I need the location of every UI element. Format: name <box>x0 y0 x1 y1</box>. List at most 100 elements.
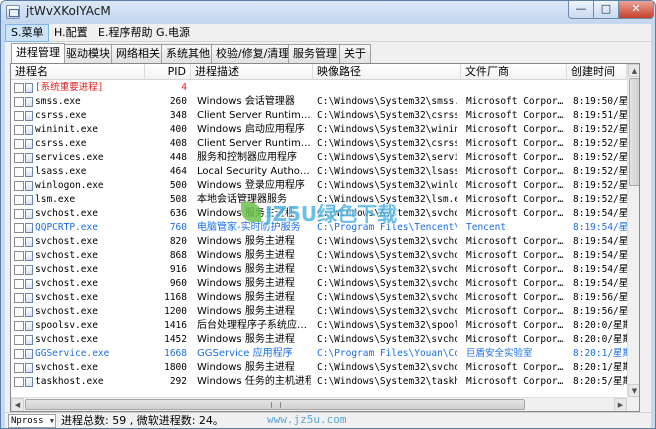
process-name: svchost.exe <box>35 334 98 345</box>
table-row[interactable]: taskhost.exe 292 Windows 任务的主机进程 C:\Windows… <box>11 375 627 389</box>
process-vendor: Microsoft Corpor… <box>466 292 564 303</box>
process-file-icon <box>25 279 33 289</box>
process-image-path: C:\Windows\System32\svcho… <box>317 292 457 303</box>
tab-service-management[interactable]: 服务管理 <box>288 44 342 63</box>
process-pid: 448 <box>169 152 187 163</box>
process-description: Windows 任务的主机进程 <box>197 376 311 387</box>
horizontal-scroll-thumb[interactable] <box>25 399 525 410</box>
table-row[interactable]: [系统重要进程] 4 <box>11 81 627 95</box>
table-row[interactable]: spoolsv.exe 1416 后台处理程序子系统应… C:\Windows\Sys… <box>11 319 627 333</box>
column-header-description[interactable]: 进程描述 <box>191 64 313 80</box>
tab-verify-repair-clean[interactable]: 校验/修复/清理 <box>211 44 295 63</box>
table-row[interactable]: services.exe 448 服务和控制器应用程序 C:\Windows\Syst… <box>11 151 627 165</box>
scroll-down-icon[interactable]: ▼ <box>628 384 639 397</box>
vertical-scroll-thumb[interactable] <box>629 78 639 186</box>
table-row[interactable]: svchost.exe 868 Windows 服务主进程 C:\Windows\Sy… <box>11 249 627 263</box>
menu-power[interactable]: G.电源 <box>151 24 195 42</box>
column-header-pid[interactable]: PID <box>145 64 191 80</box>
row-checkbox[interactable] <box>14 321 24 331</box>
row-checkbox[interactable] <box>14 237 24 247</box>
table-row[interactable]: svchost.exe 636 Windows 服务主进程 C:\Windows\Sy… <box>11 207 627 221</box>
table-row[interactable]: lsm.exe 508 本地会话管理器服务 C:\Windows\System32\l… <box>11 193 627 207</box>
table-row[interactable]: svchost.exe 960 Windows 服务主进程 C:\Windows\Sy… <box>11 277 627 291</box>
table-row[interactable]: winlogon.exe 500 Windows 登录应用程序 C:\Windows\… <box>11 179 627 193</box>
process-file-icon <box>25 349 33 359</box>
row-checkbox[interactable] <box>14 279 24 289</box>
menu-config[interactable]: H.配置 <box>49 24 93 42</box>
column-header-name[interactable]: 进程名 <box>11 64 145 80</box>
process-pid: 1200 <box>164 306 187 317</box>
row-checkbox[interactable] <box>14 209 24 219</box>
process-filter-select[interactable]: Npross ▼ <box>8 414 56 428</box>
row-checkbox[interactable] <box>14 377 24 387</box>
row-checkbox[interactable] <box>14 153 24 163</box>
row-checkbox[interactable] <box>14 251 24 261</box>
scroll-right-icon[interactable]: ▶ <box>614 398 627 411</box>
minimize-button[interactable]: — <box>568 1 594 19</box>
tab-about[interactable]: 关于 <box>339 44 371 63</box>
table-row[interactable]: svchost.exe 1452 Windows 服务主进程 C:\Windows\S… <box>11 333 627 347</box>
table-row[interactable]: svchost.exe 916 Windows 服务主进程 C:\Windows\Sy… <box>11 263 627 277</box>
table-row[interactable]: svchost.exe 1800 Windows 服务主进程 C:\Windows\S… <box>11 361 627 375</box>
tab-system-other[interactable]: 系统其他 <box>161 44 215 63</box>
maximize-button[interactable]: □ <box>593 1 619 19</box>
tab-process-management[interactable]: 进程管理 <box>11 43 65 63</box>
vertical-scrollbar[interactable]: ▲ ▼ <box>627 64 639 397</box>
table-row[interactable]: QQPCRTP.exe 760 电脑管家-实时防护服务 C:\Program File… <box>11 221 627 235</box>
scroll-left-icon[interactable]: ◀ <box>11 398 24 411</box>
process-name: GGService.exe <box>35 348 110 359</box>
process-description: Windows 服务主进程 <box>197 236 295 247</box>
process-image-path: C:\Windows\System32\svcho… <box>317 236 457 247</box>
row-checkbox[interactable] <box>14 293 24 303</box>
process-name: spoolsv.exe <box>35 320 98 331</box>
chevron-down-icon[interactable]: ▼ <box>50 415 54 427</box>
row-checkbox[interactable] <box>14 111 24 121</box>
row-checkbox[interactable] <box>14 223 24 233</box>
process-name: winlogon.exe <box>35 180 104 191</box>
close-button[interactable]: ✕ <box>618 1 654 19</box>
process-vendor: Microsoft Corpor… <box>466 306 564 317</box>
row-checkbox[interactable] <box>14 363 24 373</box>
row-checkbox[interactable] <box>14 181 24 191</box>
column-header-image-path[interactable]: 映像路径 <box>313 64 461 80</box>
menu-main[interactable]: S.菜单 <box>5 24 50 42</box>
table-row[interactable]: smss.exe 260 Windows 会话管理器 C:\Windows\Syste… <box>11 95 627 109</box>
menu-help[interactable]: E.程序帮助 <box>93 24 157 42</box>
row-checkbox[interactable] <box>14 139 24 149</box>
row-checkbox[interactable] <box>14 307 24 317</box>
row-checkbox[interactable] <box>14 167 24 177</box>
table-row[interactable]: svchost.exe 820 Windows 服务主进程 C:\Windows\Sy… <box>11 235 627 249</box>
row-checkbox[interactable] <box>14 335 24 345</box>
table-row[interactable]: lsass.exe 464 Local Security Autho… C:\Wind… <box>11 165 627 179</box>
process-file-icon <box>25 111 33 121</box>
process-file-icon <box>25 363 33 373</box>
process-name: svchost.exe <box>35 306 98 317</box>
process-file-icon <box>25 181 33 191</box>
table-row[interactable]: csrss.exe 348 Client Server Runtim… C:\Wind… <box>11 109 627 123</box>
process-file-icon <box>25 195 33 205</box>
row-checkbox[interactable] <box>14 195 24 205</box>
column-header-create-time[interactable]: 创建时间 <box>567 64 627 80</box>
scroll-up-icon[interactable]: ▲ <box>628 64 639 77</box>
title-bar[interactable]: jtWvXKoIYAcM — □ ✕ <box>1 1 655 23</box>
horizontal-scrollbar[interactable]: ◀ ▶ <box>11 397 627 411</box>
tab-driver-modules[interactable]: 驱动模块 <box>61 44 115 63</box>
table-row[interactable]: svchost.exe 1168 Windows 服务主进程 C:\Windows\S… <box>11 291 627 305</box>
process-list[interactable]: 进程名 PID 进程描述 映像路径 文件厂商 创建时间 [系统重要进程] 4 sms… <box>10 63 640 412</box>
table-row[interactable]: svchost.exe 1200 Windows 服务主进程 C:\Windows\S… <box>11 305 627 319</box>
row-checkbox[interactable] <box>14 125 24 135</box>
table-row[interactable]: csrss.exe 408 Client Server Runtim… C:\Wind… <box>11 137 627 151</box>
process-name: svchost.exe <box>35 278 98 289</box>
row-checkbox[interactable] <box>14 349 24 359</box>
row-checkbox[interactable] <box>14 97 24 107</box>
tab-network[interactable]: 网络相关 <box>111 44 165 63</box>
process-file-icon <box>25 223 33 233</box>
table-row[interactable]: wininit.exe 400 Windows 启动应用程序 C:\Windows\S… <box>11 123 627 137</box>
row-checkbox[interactable] <box>14 265 24 275</box>
row-checkbox[interactable] <box>14 83 24 93</box>
column-header-vendor[interactable]: 文件厂商 <box>461 64 567 80</box>
process-name: smss.exe <box>35 96 81 107</box>
table-row[interactable]: GGService.exe 1668 GGService 应用程序 C:\Progra… <box>11 347 627 361</box>
process-description: Windows 启动应用程序 <box>197 124 305 135</box>
process-image-path: C:\Windows\System32\taskh… <box>317 376 457 387</box>
